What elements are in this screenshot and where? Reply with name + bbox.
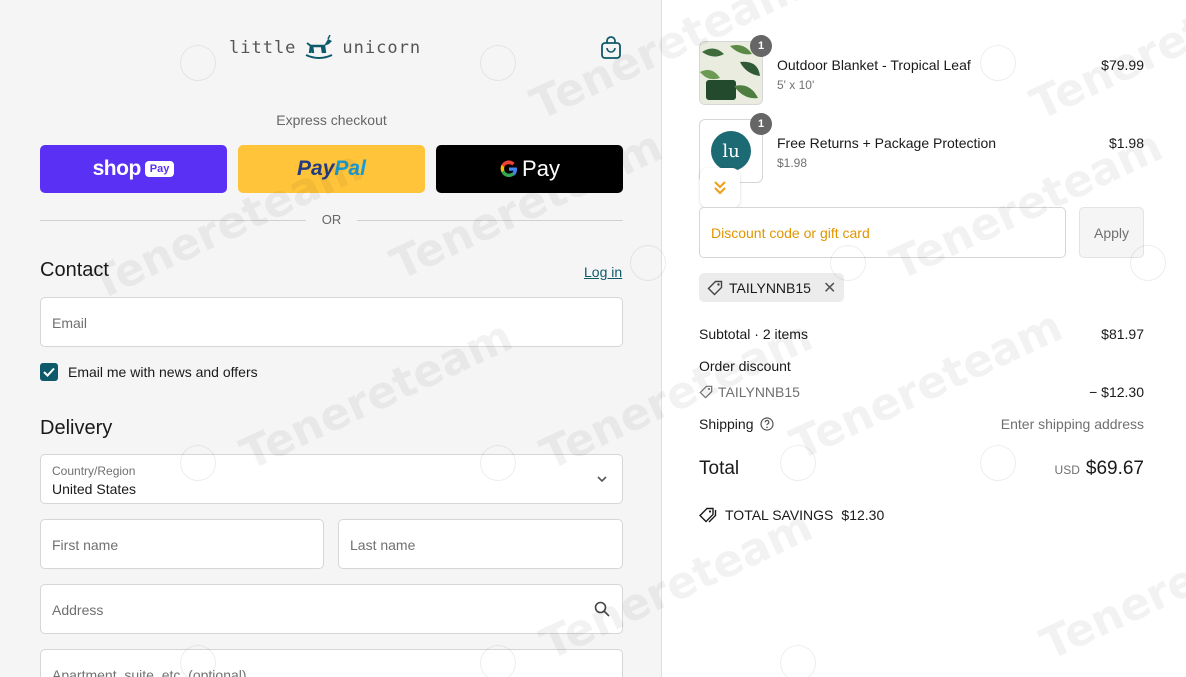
apartment-placeholder: Apartment, suite, etc. (optional) (52, 667, 247, 677)
quantity-badge: 1 (750, 113, 772, 135)
order-discount-row: Order discount (699, 358, 1144, 376)
shop-pay-word: shop (92, 157, 142, 180)
quantity-badge: 1 (750, 35, 772, 57)
shipping-label-group: Shipping (699, 416, 774, 432)
shipping-value: Enter shipping address (1000, 416, 1144, 432)
newsletter-label: Email me with news and offers (68, 364, 258, 380)
order-discount-value: − $12.30 (1089, 384, 1144, 400)
paypal-logo: PayPal (297, 157, 366, 181)
expand-button[interactable] (700, 168, 740, 208)
last-name-placeholder: Last name (350, 537, 416, 553)
google-pay-logo: Pay (499, 156, 560, 182)
first-name-field[interactable]: First name (40, 519, 324, 569)
google-pay-button[interactable]: Pay (436, 145, 623, 193)
email-placeholder: Email (52, 315, 88, 331)
first-name-placeholder: First name (52, 537, 119, 553)
paypal-pay-text: Pay (297, 157, 335, 180)
line-item: lu 1 Free Returns + Package Protection $… (699, 113, 1144, 185)
item-name: Free Returns + Package Protection (777, 135, 997, 151)
applied-code: TAILYNNB15 (729, 279, 811, 296)
item-sub-price: $1.98 (777, 156, 808, 170)
order-summary: 1 Outdoor Blanket - Tropical Leaf 5' x 1… (661, 0, 1186, 677)
google-pay-text: Pay (522, 156, 560, 181)
discount-input[interactable]: Discount code or gift card (699, 207, 1066, 258)
google-g-icon (500, 160, 518, 178)
total-amount-group: USD $69.67 (1055, 458, 1144, 480)
newsletter-checkbox[interactable] (40, 363, 58, 381)
rocking-horse-icon (306, 35, 333, 59)
checkmark-icon (43, 367, 55, 377)
logo-text-left: little (229, 38, 297, 58)
checkout-main: little unicorn Express checkout shop Pay… (0, 0, 661, 677)
email-field[interactable]: Email (40, 297, 623, 347)
item-price: $1.98 (1108, 135, 1144, 151)
shop-pay-button[interactable]: shop Pay (40, 145, 227, 193)
item-name: Outdoor Blanket - Tropical Leaf (777, 57, 971, 73)
item-variant: 5' x 10' (777, 78, 815, 92)
item-price: $79.99 (1101, 57, 1144, 73)
total-value: $69.67 (1085, 458, 1144, 479)
shopping-bag-icon[interactable] (600, 36, 622, 60)
contact-heading: Contact (40, 259, 109, 281)
tags-icon (699, 507, 717, 523)
logo-text-right: unicorn (342, 38, 422, 58)
login-link[interactable]: Log in (584, 264, 622, 280)
delivery-heading: Delivery (40, 417, 113, 439)
tag-icon (699, 385, 713, 399)
shipping-label: Shipping (699, 416, 754, 432)
total-currency: USD (1054, 463, 1080, 477)
country-select[interactable]: Country/Region United States (40, 454, 623, 504)
apply-discount-button[interactable]: Apply (1079, 207, 1144, 258)
applied-discount-chip: TAILYNNB15 ✕ (699, 273, 845, 302)
subtotal-value: $81.97 (1101, 326, 1144, 342)
newsletter-option[interactable]: Email me with news and offers (40, 363, 258, 381)
total-savings: TOTAL SAVINGS $12.30 (699, 507, 884, 523)
or-text: OR (321, 212, 342, 227)
chevron-down-icon (597, 476, 607, 483)
tag-icon (707, 280, 723, 295)
paypal-button[interactable]: PayPal (238, 145, 425, 193)
express-checkout-title: Express checkout (276, 112, 387, 128)
order-discount-label: Order discount (699, 358, 791, 374)
line-item: 1 Outdoor Blanket - Tropical Leaf 5' x 1… (699, 35, 1144, 107)
subtotal-label: Subtotal · 2 items (699, 326, 808, 342)
search-icon (594, 601, 610, 617)
paypal-pal-text: Pal (334, 157, 366, 180)
protection-logo-text: lu (722, 140, 740, 162)
order-discount-code-row: TAILYNNB15 − $12.30 (699, 384, 1144, 402)
address-field[interactable]: Address (40, 584, 623, 634)
double-chevron-down-icon (714, 181, 726, 195)
order-discount-code-text: TAILYNNB15 (718, 384, 800, 400)
savings-label: TOTAL SAVINGS (725, 507, 834, 523)
discount-placeholder: Discount code or gift card (711, 225, 870, 241)
order-discount-code: TAILYNNB15 (699, 384, 800, 400)
product-thumbnail: 1 (699, 35, 772, 105)
shipping-row: Shipping Enter shipping address (699, 416, 1144, 434)
remove-discount-icon[interactable]: ✕ (823, 278, 836, 298)
store-logo[interactable]: little unicorn (229, 34, 421, 62)
help-icon[interactable] (759, 417, 774, 431)
apartment-field[interactable]: Apartment, suite, etc. (optional) (40, 649, 623, 677)
address-placeholder: Address (52, 602, 104, 618)
total-label: Total (699, 458, 740, 479)
shop-pay-badge: Pay (144, 161, 175, 177)
country-label: Country/Region (52, 464, 136, 478)
or-divider: OR (40, 212, 623, 228)
savings-value: $12.30 (841, 507, 885, 523)
country-value: United States (52, 481, 137, 497)
total-row: Total USD $69.67 (699, 458, 1144, 484)
last-name-field[interactable]: Last name (338, 519, 623, 569)
subtotal-row: Subtotal · 2 items $81.97 (699, 326, 1144, 344)
protection-logo: lu (711, 131, 751, 171)
